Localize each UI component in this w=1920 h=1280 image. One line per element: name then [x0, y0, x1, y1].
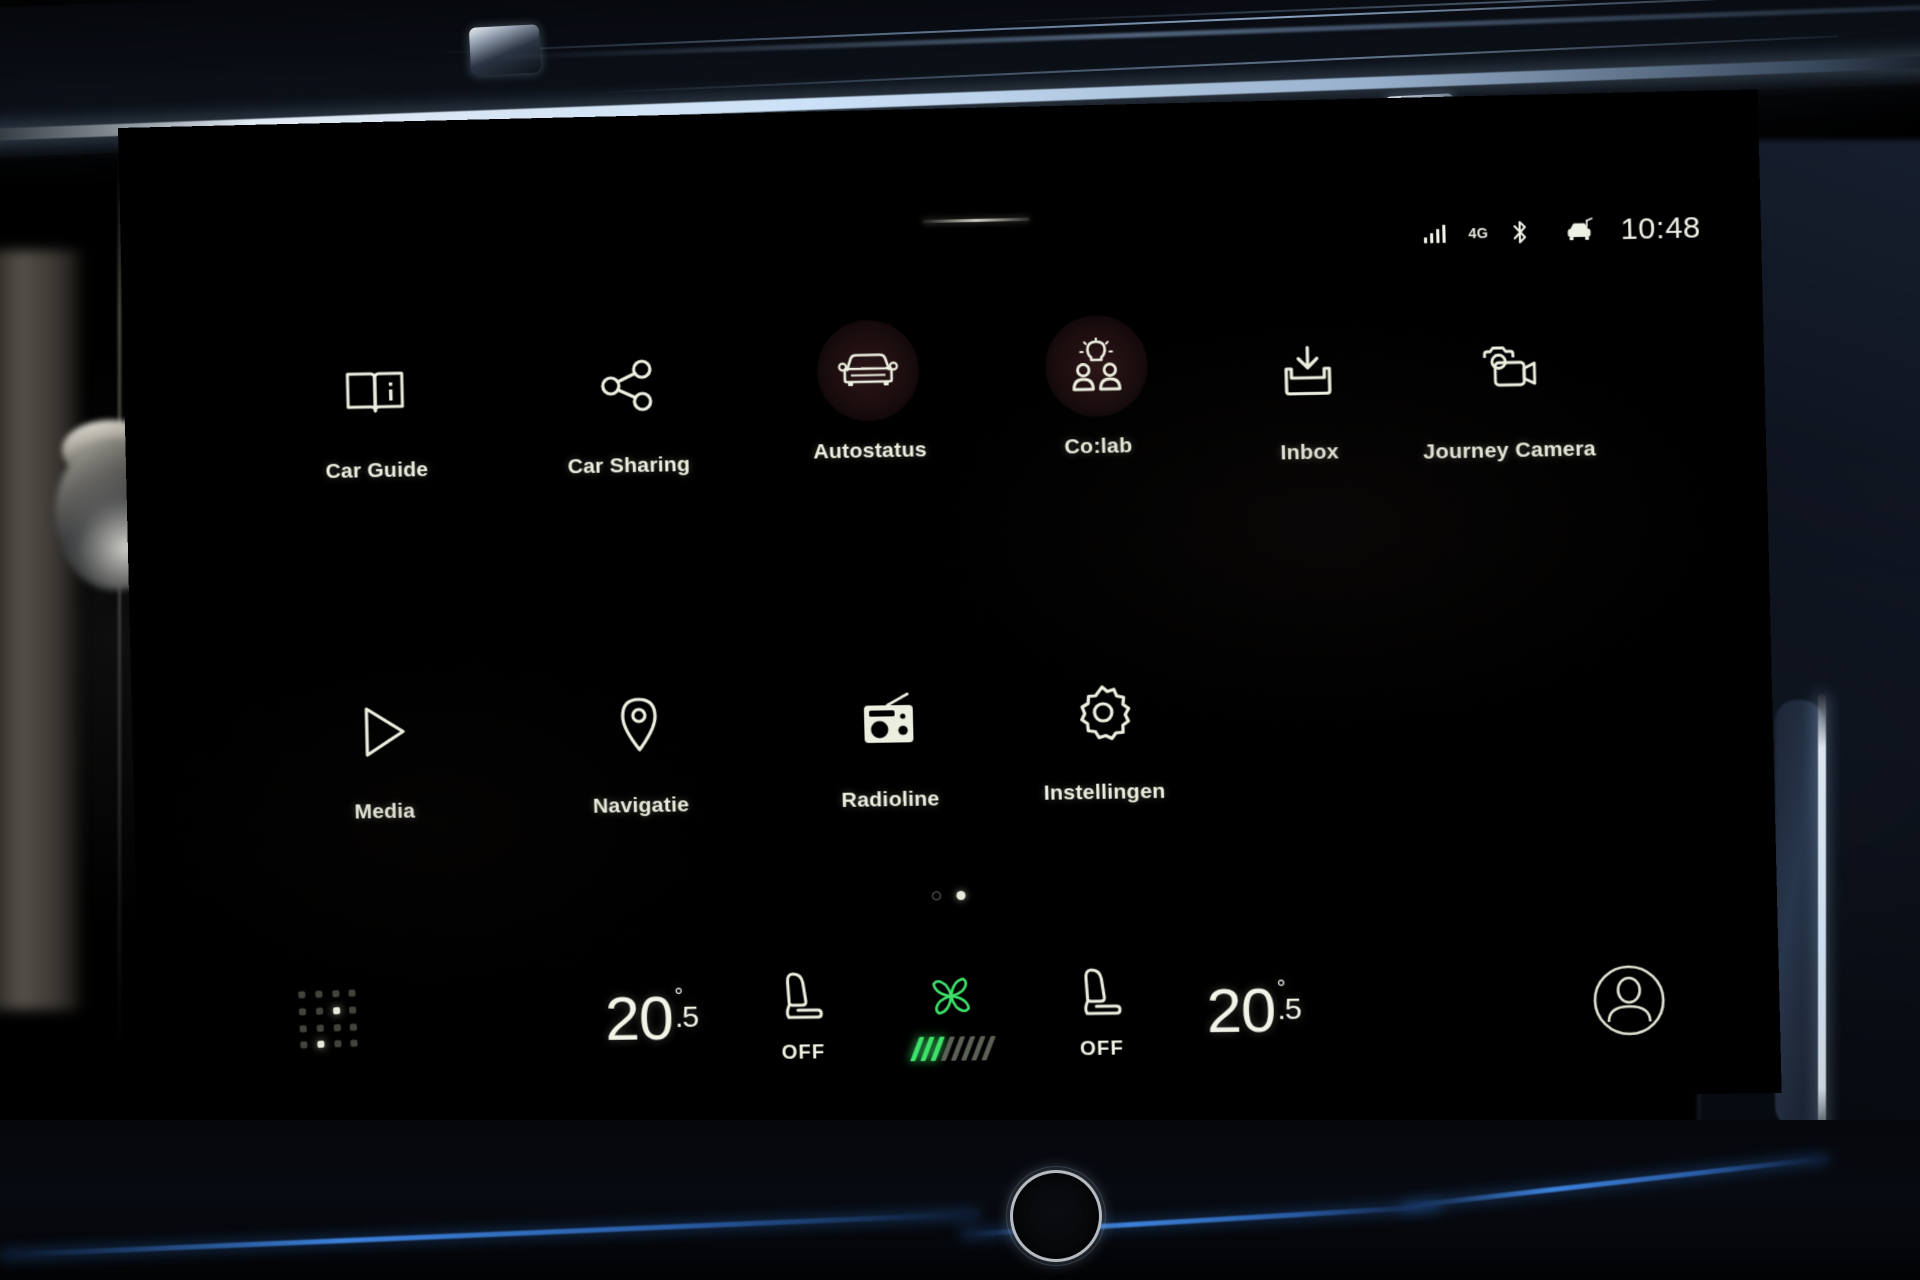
map-pin-icon	[589, 676, 688, 774]
driver-temperature-control[interactable]: 20 ° .5	[604, 983, 699, 1054]
dashboard-left-seam	[118, 150, 121, 1050]
lightbulb-people-icon	[1046, 316, 1146, 415]
user-avatar-icon[interactable]	[1590, 962, 1669, 1043]
app-tile-instellingen[interactable]: Instellingen	[999, 662, 1207, 807]
app-label: Co:lab	[1064, 434, 1133, 459]
car-seat-icon	[778, 969, 826, 1037]
book-info-icon	[326, 342, 425, 440]
passenger-seat-state: OFF	[1079, 1036, 1125, 1060]
app-tile-media[interactable]: Media	[281, 682, 485, 826]
gear-icon	[1052, 662, 1152, 761]
passenger-temperature-value: 20 ° .5	[1205, 975, 1302, 1046]
play-triangle-icon	[334, 683, 433, 781]
app-label: Car Sharing	[567, 452, 691, 479]
share-nodes-icon	[577, 336, 676, 435]
app-label: Car Guide	[325, 457, 429, 484]
app-tile-navigatie[interactable]: Navigatie	[537, 676, 743, 820]
app-label: Media	[354, 799, 416, 824]
app-tile-journey-camera[interactable]: Journey Camera	[1403, 319, 1613, 465]
radio-icon	[839, 670, 939, 768]
app-label: Radioline	[841, 787, 940, 812]
app-tile-colab[interactable]: Co:lab	[993, 315, 1201, 461]
dashboard-scene: 4G 10:48 Car Guide Car Sharing Autostatu…	[0, 0, 1920, 1280]
car-front-icon	[818, 321, 918, 420]
app-label: Inbox	[1280, 440, 1340, 465]
page-indicator[interactable]	[931, 890, 966, 901]
page-dot-1[interactable]	[931, 891, 942, 901]
app-label: Autostatus	[812, 438, 928, 464]
vent-clip	[468, 24, 542, 76]
page-dot-2[interactable]	[956, 890, 966, 901]
center-console	[0, 1120, 1920, 1280]
fan-speed-bars[interactable]	[909, 1035, 996, 1062]
passenger-temperature-control[interactable]: 20 ° .5	[1205, 975, 1302, 1046]
passenger-seat-heater-control[interactable]: OFF	[1076, 965, 1125, 1061]
dashboard-right-trim-chrome	[1818, 694, 1826, 1142]
driver-temperature-value: 20 ° .5	[604, 983, 699, 1054]
app-label: Navigatie	[592, 793, 690, 818]
console-rotary-knob[interactable]	[1006, 1166, 1106, 1266]
video-camera-icon	[1457, 320, 1558, 420]
driver-seat-heater-control[interactable]: OFF	[778, 969, 827, 1064]
inbox-tray-icon	[1257, 322, 1358, 421]
temp-fraction: .5	[1276, 991, 1302, 1026]
fan-blades-icon	[921, 968, 982, 1030]
dashboard-right-trim	[1775, 700, 1823, 1130]
car-seat-icon	[1076, 965, 1125, 1033]
app-tile-car-sharing[interactable]: Car Sharing	[525, 335, 731, 480]
dashboard-left-pillar	[0, 250, 80, 1010]
app-tile-autostatus[interactable]: Autostatus	[765, 320, 972, 465]
infotainment-display[interactable]: 4G 10:48 Car Guide Car Sharing Autostatu…	[118, 89, 1782, 1113]
app-tile-car-guide[interactable]: Car Guide	[273, 341, 477, 485]
app-label: Instellingen	[1043, 779, 1166, 805]
temp-fraction: .5	[674, 1000, 699, 1034]
fan-speed-control[interactable]	[909, 968, 996, 1062]
app-tile-radioline[interactable]: Radioline	[786, 669, 993, 814]
driver-seat-state: OFF	[781, 1040, 826, 1064]
temp-whole: 20	[1205, 975, 1277, 1046]
climate-control-bar: 20 ° .5 OFF OFF 20 ° .5	[137, 915, 1782, 1113]
temp-whole: 20	[604, 983, 674, 1054]
app-label: Journey Camera	[1422, 437, 1597, 464]
app-tile-inbox[interactable]: Inbox	[1204, 321, 1413, 467]
